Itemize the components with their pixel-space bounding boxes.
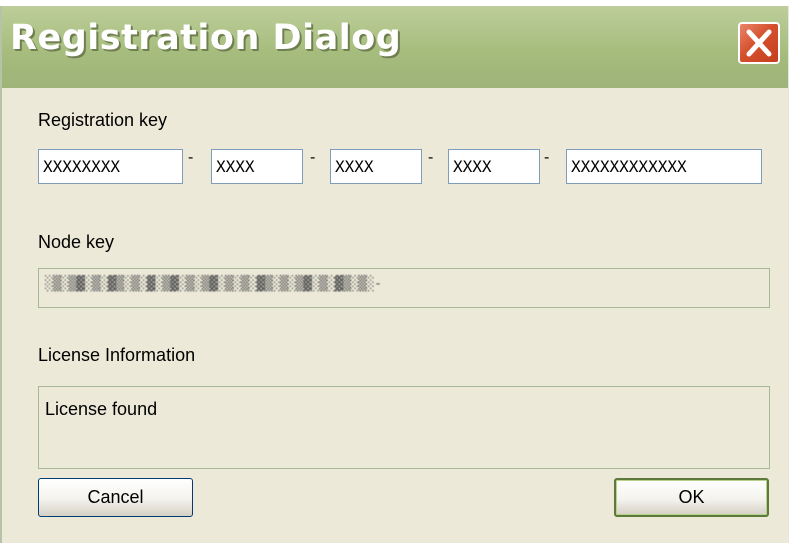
registration-key-separator: - [188,149,194,166]
registration-key-separator: - [310,149,316,166]
registration-key-separator: - [428,149,434,166]
registration-key-label: Registration key [38,110,168,130]
registration-key-field-2[interactable] [211,149,303,184]
registration-key-field-4[interactable] [448,149,540,184]
node-key-label: Node key [38,232,115,252]
title-bar[interactable]: Registration Dialog [2,6,788,88]
window-title: Registration Dialog [10,18,402,58]
registration-key-field-5[interactable] [566,149,762,184]
registration-key-separator: - [544,149,550,166]
registration-dialog-window: Registration Dialog Registration key - -… [0,6,789,543]
close-icon [746,29,772,57]
registration-key-field-1[interactable] [38,149,183,184]
license-status-text: License found [45,399,158,419]
ok-button[interactable]: OK [614,478,769,517]
cancel-button[interactable]: Cancel [38,478,193,517]
close-button[interactable] [738,22,780,64]
license-information-box: License found [38,386,770,469]
registration-key-field-3[interactable] [330,149,422,184]
node-key-value: ░▒░▒▓░▒░▓▒░▒░▓░▒▓░▒░▒▓░▒░▒░▓▒░▒░▒▓░▒░▓▒░… [45,276,382,292]
node-key-field: ░▒░▒▓░▒░▓▒░▒░▓░▒▓░▒░▒▓░▒░▒░▓▒░▒░▒▓░▒░▓▒░… [38,268,770,308]
license-information-label: License Information [38,345,196,365]
